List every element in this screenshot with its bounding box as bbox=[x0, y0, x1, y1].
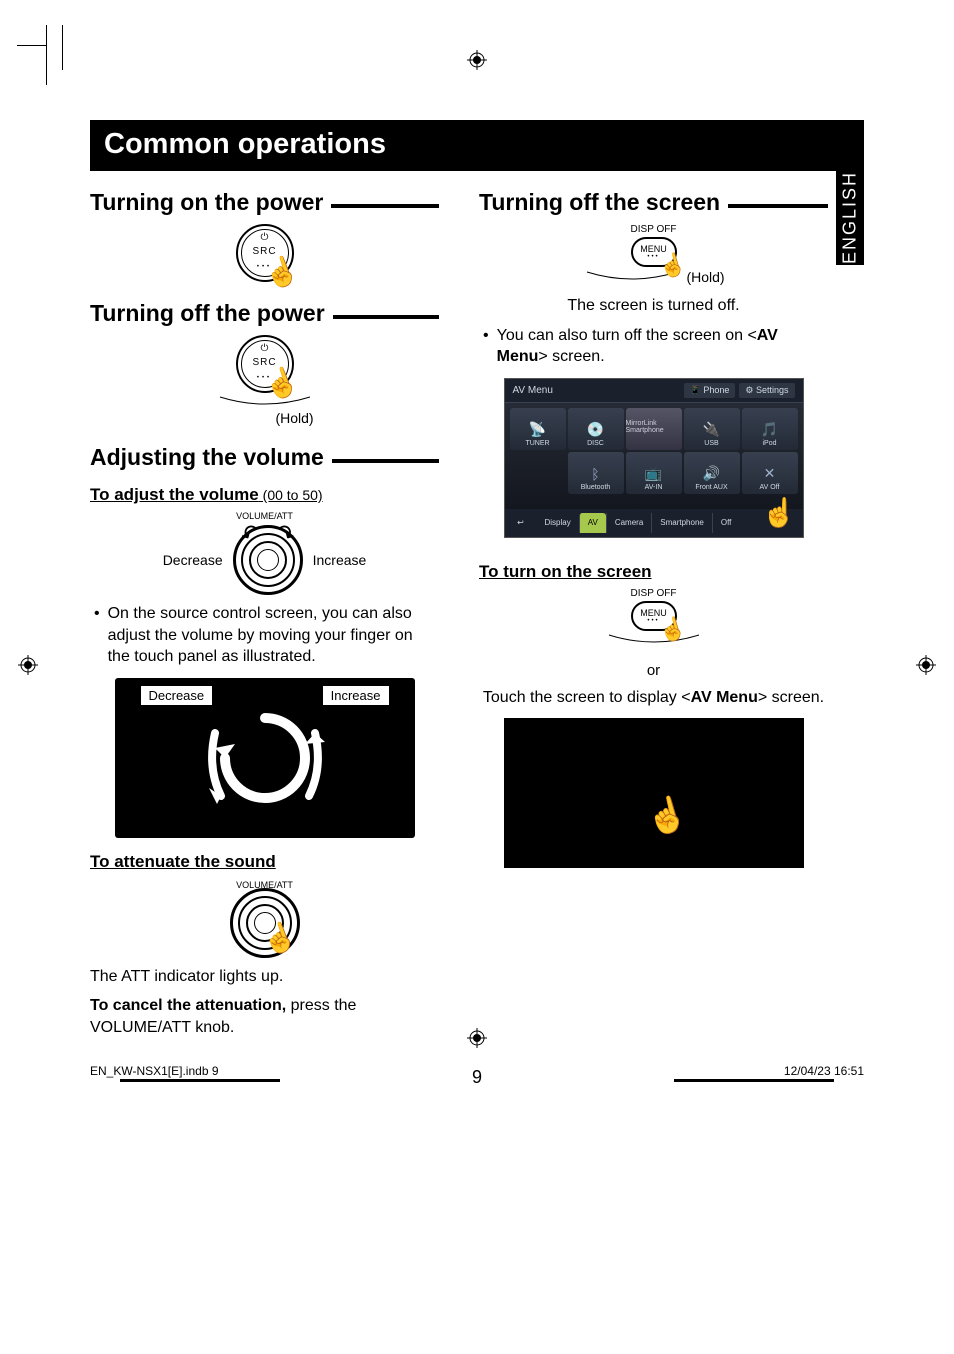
hand-pointer-icon: ☝ bbox=[641, 792, 692, 842]
decrease-label: Decrease bbox=[163, 552, 223, 568]
body-bullet: • You can also turn off the screen on <A… bbox=[479, 325, 828, 368]
sub-heading-adjust-volume: To adjust the volume (00 to 50) bbox=[90, 485, 439, 505]
language-tab: ENGLISH bbox=[836, 170, 864, 265]
swipe-line-icon bbox=[215, 395, 315, 409]
settings-button: ⚙ Settings bbox=[739, 383, 794, 398]
hold-label: (Hold) bbox=[686, 269, 724, 285]
increase-label: Increase bbox=[313, 552, 367, 568]
att-knob-illustration: ☝ bbox=[230, 888, 300, 958]
footer-timestamp: 12/04/23 16:51 bbox=[784, 1064, 864, 1078]
circular-arrow-icon bbox=[195, 698, 335, 818]
disp-off-label: DISP OFF bbox=[479, 588, 828, 599]
ipod-tile: 🎵iPod bbox=[742, 408, 798, 450]
swipe-line-icon bbox=[604, 633, 704, 647]
hold-label: (Hold) bbox=[275, 410, 315, 426]
footer-file: EN_KW-NSX1[E].indb 9 bbox=[90, 1064, 219, 1078]
menu-button-illustration: MENU ••• ☝ bbox=[631, 237, 677, 267]
registration-mark-icon bbox=[467, 1028, 487, 1048]
or-label: or bbox=[479, 662, 828, 679]
back-icon: ↩ bbox=[505, 518, 537, 527]
src-button-illustration: ⏻ SRC ••• ☝ bbox=[236, 224, 294, 282]
footer: EN_KW-NSX1[E].indb 9 12/04/23 16:51 bbox=[90, 1064, 864, 1078]
bluetooth-tile: ᛒBluetooth bbox=[568, 452, 624, 494]
section-heading-power-off: Turning off the power bbox=[90, 300, 439, 327]
screen-off-text: The screen is turned off. bbox=[479, 295, 828, 317]
crop-mark bbox=[62, 25, 63, 70]
camera-tab: Camera bbox=[606, 513, 651, 533]
decrease-box: Decrease bbox=[141, 686, 213, 705]
section-heading-volume: Adjusting the volume bbox=[90, 444, 439, 471]
smartphone-tab: Smartphone bbox=[651, 513, 712, 533]
cancel-attenuation-text: To cancel the attenuation, press the VOL… bbox=[90, 995, 439, 1038]
registration-mark-icon bbox=[916, 655, 936, 675]
avoff-tile: ✕AV Off bbox=[742, 452, 798, 494]
av-tab: AV bbox=[579, 513, 606, 533]
usb-tile: 🔌USB bbox=[684, 408, 740, 450]
increase-box: Increase bbox=[323, 686, 389, 705]
registration-mark-icon bbox=[18, 655, 38, 675]
volume-knob-illustration: Decrease ↶ ↶ Increase bbox=[90, 525, 439, 595]
sub-heading-screen-on: To turn on the screen bbox=[479, 562, 828, 582]
crop-mark bbox=[46, 25, 76, 85]
tuner-tile: 📡TUNER bbox=[510, 408, 566, 450]
touch-screen-text: Touch the screen to display <AV Menu> sc… bbox=[479, 687, 828, 709]
avin-tile: 📺AV-IN bbox=[626, 452, 682, 494]
body-bullet: • On the source control screen, you can … bbox=[90, 603, 439, 668]
disp-off-label: DISP OFF bbox=[479, 224, 828, 235]
av-menu-screenshot: AV Menu 📱 Phone ⚙ Settings 📡TUNER 💿DISC … bbox=[504, 378, 804, 538]
volume-att-label: VOLUME/ATT bbox=[90, 511, 439, 521]
sub-heading-attenuate: To attenuate the sound bbox=[90, 852, 439, 872]
frontaux-tile: 🔊Front AUX bbox=[684, 452, 740, 494]
phone-button: 📱 Phone bbox=[684, 383, 736, 398]
page-title: Common operations bbox=[90, 120, 864, 171]
section-heading-screen-off: Turning off the screen bbox=[479, 189, 828, 216]
att-indicator-text: The ATT indicator lights up. bbox=[90, 966, 439, 988]
blank-screen-illustration: ☝ bbox=[504, 718, 804, 868]
disc-tile: 💿DISC bbox=[568, 408, 624, 450]
registration-mark-icon bbox=[467, 50, 487, 70]
section-heading-power-on: Turning on the power bbox=[90, 189, 439, 216]
src-button-illustration: ⏻ SRC ••• ☝ bbox=[236, 335, 294, 393]
menu-button-illustration: MENU ••• ☝ bbox=[631, 601, 677, 631]
off-tab: Off bbox=[712, 513, 740, 533]
hand-pointer-icon: ☝ bbox=[762, 496, 797, 529]
mirrorlink-tile: MirrorLink Smartphone bbox=[626, 408, 682, 450]
touch-panel-illustration: Decrease Increase bbox=[115, 678, 415, 838]
display-label: Display bbox=[537, 518, 579, 527]
av-menu-title: AV Menu bbox=[513, 385, 553, 396]
